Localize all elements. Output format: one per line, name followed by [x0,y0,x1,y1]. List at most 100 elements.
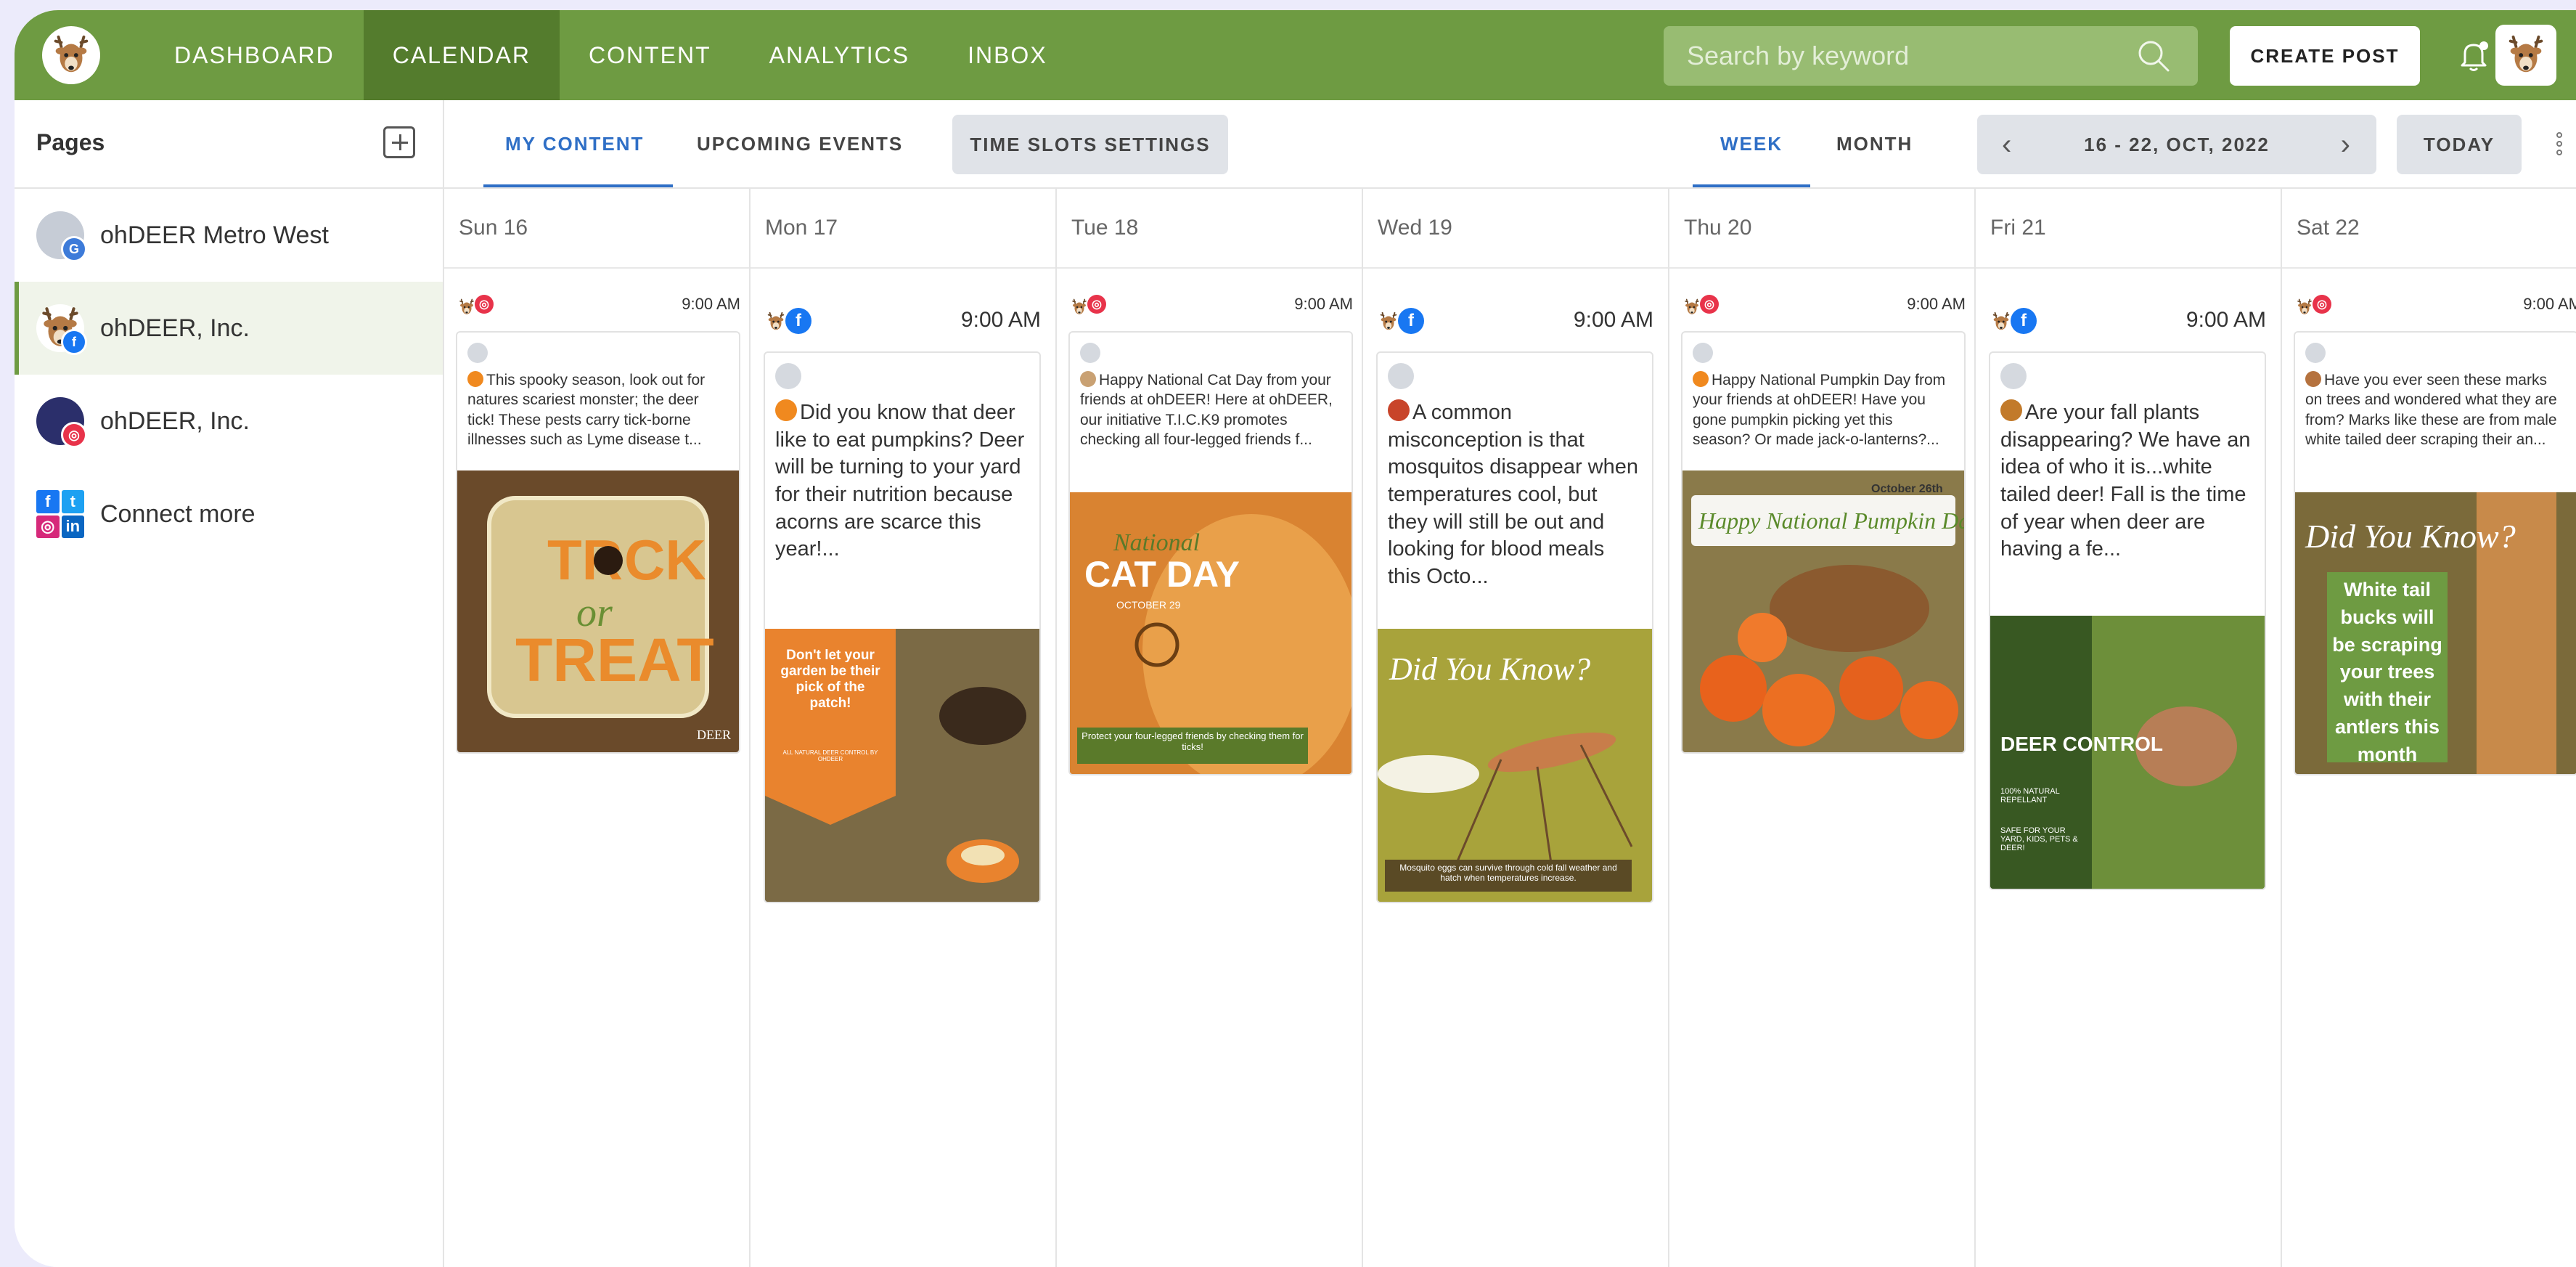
deer-logo-icon [1378,311,1399,333]
day-column-thu: Thu 20 ◎ 9:00 AM Happy National Pumpkin … [1669,189,1976,1267]
post-preview: Did you know that deer like to eat pumpk… [764,351,1041,903]
post-text-wrap: Did you know that deer like to eat pumpk… [765,399,1039,595]
page-item-ohdeer-facebook[interactable]: f ohDEER, Inc. [15,282,443,375]
day-header: Mon 17 [751,189,1055,269]
tab-my-content[interactable]: MY CONTENT [483,100,674,187]
time-slots-settings-button[interactable]: TIME SLOTS SETTINGS [952,115,1228,174]
page-item-metro-west[interactable]: G ohDEER Metro West [15,189,443,282]
search-icon[interactable] [2135,38,2172,74]
post-text: A common misconception is that mosquitos… [1388,401,1638,589]
more-options-icon[interactable] [2556,132,2564,158]
search-input[interactable] [1664,26,2146,86]
day-header: Tue 18 [1057,189,1362,269]
post-card[interactable]: f 9:00 AM A common misconception is that… [1376,308,1653,903]
instagram-icon: ◎ [1700,295,1719,314]
nav-content[interactable]: CONTENT [560,10,740,100]
image-text-date: October 26th [1871,483,1943,495]
image-text-safe: SAFE FOR YOUR YARD, KIDS, PETS & DEER! [2000,826,2078,852]
post-card[interactable]: ◎ 9:00 AM Have you ever seen these marks… [2294,295,2576,775]
bell-icon[interactable] [2455,36,2493,74]
account-avatar [1388,363,1414,389]
post-text: Happy National Cat Day from your friends… [1080,372,1333,448]
deer-garden-graphic: Don't let your garden be their pick of t… [765,629,1039,902]
chevron-left-icon[interactable]: ‹ [2002,129,2013,161]
post-image: TR CK or TREAT DEER [457,470,739,752]
image-caption: Protect your four-legged friends by chec… [1081,730,1304,752]
account-avatar [775,363,801,389]
post-text-wrap: Happy National Pumpkin Day from your fri… [1682,370,1964,470]
image-text-didyouknow: Did You Know? [2305,518,2516,555]
user-avatar[interactable] [2495,25,2556,86]
tab-month[interactable]: MONTH [1836,100,1913,187]
day-header: Wed 19 [1363,189,1668,269]
post-text: Happy National Pumpkin Day from your fri… [1693,372,1946,448]
post-card[interactable]: ◎ 9:00 AM Happy National Pumpkin Day fro… [1681,295,1966,754]
tree-scrape-graphic: Did You Know? White tail bucks will be s… [2295,492,2576,774]
today-button[interactable]: TODAY [2397,115,2522,174]
nav-inbox[interactable]: INBOX [939,10,1076,100]
maple-leaf-emoji-icon [1388,399,1410,421]
instagram-icon: ◎ [1087,295,1106,314]
fallen-leaf-emoji-icon [2000,399,2022,421]
post-preview: Are your fall plants disappearing? We ha… [1989,351,2266,890]
post-image: Did You Know? White tail bucks will be s… [2295,492,2576,774]
page-avatar: G [36,211,87,262]
post-text: Did you know that deer like to eat pumpk… [775,401,1025,561]
sidebar-title: Pages [36,129,105,155]
nav-calendar[interactable]: CALENDAR [363,10,560,100]
post-meta: ◎ 9:00 AM [456,295,740,324]
search-box [1664,26,2198,86]
main-menu: DASHBOARD CALENDAR CONTENT ANALYTICS INB… [145,10,1076,100]
post-preview: A common misconception is that mosquitos… [1376,351,1653,903]
instagram-badge-icon: ◎ [61,422,87,448]
post-meta: ◎ 9:00 AM [1681,295,1966,324]
connect-more-item[interactable]: ft ◎ in Connect more [15,468,443,561]
connect-more-label: Connect more [100,500,255,528]
create-post-button[interactable]: CREATE POST [2230,26,2420,86]
tab-upcoming-events[interactable]: UPCOMING EVENTS [697,100,903,187]
deer-emoji-icon [2305,371,2321,387]
post-text-wrap: A common misconception is that mosquitos… [1378,399,1652,595]
brand-logo[interactable] [42,26,100,84]
image-text-ck: CK [624,528,706,592]
post-text-wrap: Have you ever seen these marks on trees … [2295,370,2576,492]
post-card[interactable]: ◎ 9:00 AM This spooky season, look out f… [456,295,740,754]
page-item-ohdeer-instagram[interactable]: ◎ ohDEER, Inc. [15,375,443,468]
pumpkin-emoji-icon [1693,371,1709,387]
nav-dashboard[interactable]: DASHBOARD [145,10,364,100]
day-header: Thu 20 [1669,189,1974,269]
deer-avatar-icon [2503,33,2548,78]
post-image: National CAT DAY OCTOBER 29 Protect your… [1070,492,1352,774]
post-image: Did You Know? Mosquito eggs can survive … [1378,629,1652,902]
day-column-mon: Mon 17 f 9:00 AM Did you know that deer … [751,189,1057,1267]
account-avatar [2305,343,2326,363]
day-column-tue: Tue 18 ◎ 9:00 AM Happy National Cat Day … [1057,189,1363,1267]
account-avatar [1080,343,1100,363]
week-calendar: Sun 16 ◎ 9:00 AM This spooky season, loo… [444,189,2576,1267]
image-text-catday: CAT DAY [1084,554,1240,595]
chevron-right-icon[interactable]: › [2341,129,2352,161]
app-window: DASHBOARD CALENDAR CONTENT ANALYTICS INB… [15,10,2576,1267]
deer-logo-icon [1990,311,2012,333]
pages-sidebar: Pages G ohDEER Metro West f ohDEER, Inc.… [15,100,444,1267]
post-card[interactable]: f 9:00 AM Are your fall plants disappear… [1989,308,2266,890]
deer-logo-icon [1682,298,1701,317]
tab-week[interactable]: WEEK [1693,100,1810,187]
post-meta: f 9:00 AM [764,308,1041,337]
post-time: 9:00 AM [1907,295,1966,313]
image-caption: Mosquito eggs can survive through cold f… [1399,863,1617,883]
add-page-icon[interactable] [383,126,415,158]
account-avatar [2000,363,2027,389]
social-networks-icon: ft ◎ in [36,490,84,538]
account-avatar [1693,343,1713,363]
post-card[interactable]: ◎ 9:00 AM Happy National Cat Day from yo… [1068,295,1353,775]
image-text-pumpkinday: Happy National Pumpkin Day [1698,508,1964,534]
post-card[interactable]: f 9:00 AM Did you know that deer like to… [764,308,1041,903]
post-text: This spooky season, look out for natures… [467,372,706,448]
nav-analytics[interactable]: ANALYTICS [740,10,939,100]
pumpkin-emoji-icon [467,371,483,387]
deer-logo-icon [49,33,94,78]
facebook-icon: f [2011,308,2037,334]
post-text-wrap: This spooky season, look out for natures… [457,370,739,470]
post-meta: f 9:00 AM [1989,308,2266,337]
